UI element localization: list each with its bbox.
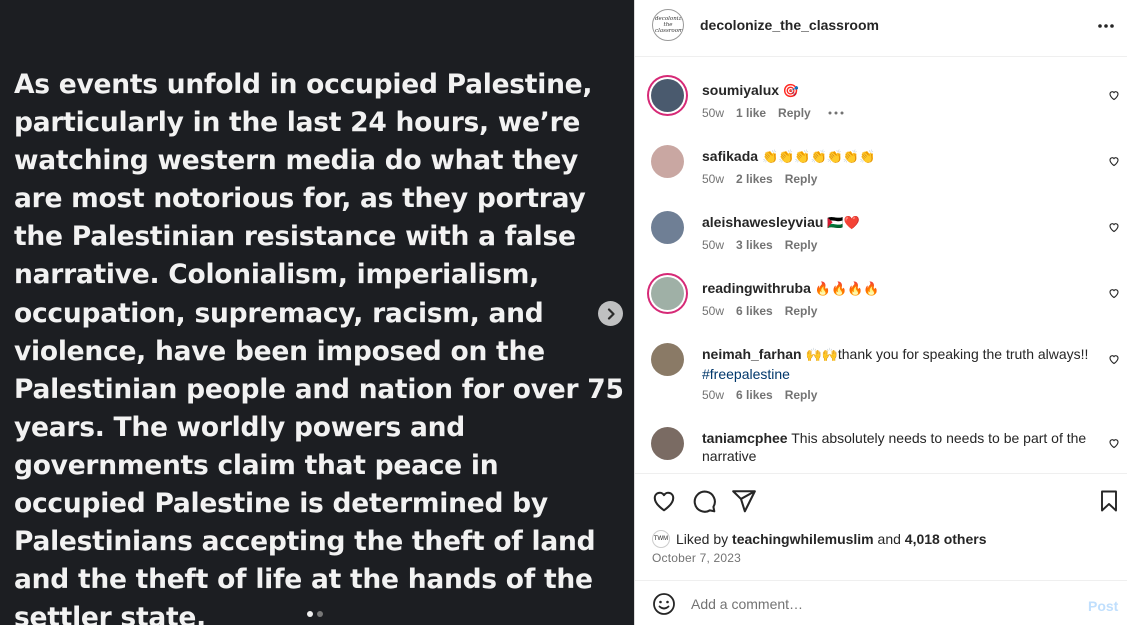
liked-and-label: and bbox=[877, 531, 901, 547]
heart-icon bbox=[1109, 355, 1119, 365]
like-button[interactable] bbox=[651, 488, 677, 519]
comment-like-button[interactable] bbox=[1108, 286, 1120, 304]
comment-emoji: 🔥🔥🔥🔥 bbox=[814, 282, 880, 297]
reply-button[interactable]: Reply bbox=[785, 304, 818, 318]
liked-by-label: Liked by bbox=[676, 531, 729, 547]
author-avatar[interactable]: decolonize the classroom bbox=[652, 9, 684, 41]
next-slide-button[interactable] bbox=[598, 301, 623, 326]
comment-text: aleishawesleyviau 🇵🇸❤️ bbox=[702, 213, 1092, 233]
heart-icon bbox=[1109, 289, 1119, 299]
commenter-username[interactable]: aleishawesleyviau bbox=[702, 214, 823, 230]
comment-likes[interactable]: 1 like bbox=[736, 106, 766, 120]
comment-likes[interactable]: 6 likes bbox=[736, 304, 773, 318]
commenter-username[interactable]: taniamcphee bbox=[702, 430, 788, 446]
smiley-icon bbox=[653, 593, 675, 615]
post-actions: TWM Liked by teachingwhilemuslim and 4,0… bbox=[635, 473, 1127, 580]
likes-summary: TWM Liked by teachingwhilemuslim and 4,0… bbox=[652, 530, 987, 548]
comment-meta: 50w 3 likes Reply bbox=[702, 238, 817, 252]
comment-time[interactable]: 50w bbox=[702, 304, 724, 318]
more-horizontal-icon bbox=[1098, 24, 1114, 28]
commenter-avatar[interactable] bbox=[651, 79, 684, 112]
comment-button[interactable] bbox=[691, 488, 717, 519]
comments-list[interactable]: soumiyalux 🎯 50w 1 like Reply safikada 👏… bbox=[635, 57, 1127, 473]
author-avatar-logo-text: decolonize the classroom bbox=[655, 16, 684, 34]
comment-composer: Post bbox=[635, 580, 1127, 625]
reply-button[interactable]: Reply bbox=[785, 388, 818, 402]
heart-icon bbox=[1109, 439, 1119, 449]
likes-others-count[interactable]: 4,018 others bbox=[905, 531, 987, 547]
comment-like-button[interactable] bbox=[1108, 88, 1120, 106]
comment-like-button[interactable] bbox=[1108, 352, 1120, 370]
share-button[interactable] bbox=[731, 488, 757, 519]
comment-icon bbox=[693, 490, 716, 513]
comment-text: safikada 👏👏👏👏👏👏👏 bbox=[702, 147, 1092, 167]
emoji-picker-button[interactable] bbox=[652, 592, 676, 621]
post-comment-button[interactable]: Post bbox=[1088, 598, 1118, 614]
reply-button[interactable]: Reply bbox=[785, 238, 818, 252]
post-header: decolonize the classroom decolonize_the_… bbox=[635, 0, 1127, 57]
heart-icon bbox=[653, 491, 675, 512]
post-date[interactable]: October 7, 2023 bbox=[652, 551, 741, 565]
comment-meta: 50w 6 likes Reply bbox=[702, 304, 817, 318]
comment-emoji: 🙌🙌 bbox=[805, 348, 838, 363]
reply-button[interactable]: Reply bbox=[785, 172, 818, 186]
author-username[interactable]: decolonize_the_classroom bbox=[700, 17, 879, 33]
post-media: As events unfold in occupied Palestine, … bbox=[0, 0, 634, 625]
chevron-right-icon bbox=[607, 307, 615, 320]
comment-body: thank you for speaking the truth always!… bbox=[837, 346, 1089, 362]
comment-meta: 50w 2 likes Reply bbox=[702, 172, 817, 186]
comment-likes[interactable]: 6 likes bbox=[736, 388, 773, 402]
commenter-avatar[interactable] bbox=[651, 145, 684, 178]
carousel-dot bbox=[317, 611, 323, 617]
comment-input[interactable] bbox=[691, 593, 1071, 615]
comment-emoji: 👏👏👏👏👏👏👏 bbox=[761, 150, 876, 165]
carousel-dot bbox=[307, 611, 313, 617]
comment-emoji: 🎯 bbox=[782, 84, 800, 99]
commenter-avatar[interactable] bbox=[651, 211, 684, 244]
comment-text: soumiyalux 🎯 bbox=[702, 81, 1092, 101]
comment-time[interactable]: 50w bbox=[702, 388, 724, 402]
commenter-avatar[interactable] bbox=[651, 427, 684, 460]
comment-time[interactable]: 50w bbox=[702, 106, 724, 120]
carousel-indicator bbox=[307, 611, 323, 617]
commenter-username[interactable]: neimah_farhan bbox=[702, 346, 802, 362]
comment-meta: 50w 6 likes Reply bbox=[702, 388, 817, 402]
send-icon bbox=[732, 490, 756, 513]
bookmark-icon bbox=[1101, 490, 1117, 512]
comment-time[interactable]: 50w bbox=[702, 238, 724, 252]
more-horizontal-icon[interactable] bbox=[827, 108, 845, 118]
comment-text: neimah_farhan 🙌🙌thank you for speaking t… bbox=[702, 345, 1092, 383]
commenter-avatar[interactable] bbox=[651, 343, 684, 376]
comment-meta: 50w 1 like Reply bbox=[702, 106, 845, 120]
commenter-avatar[interactable] bbox=[651, 277, 684, 310]
save-button[interactable] bbox=[1097, 488, 1121, 519]
more-options-button[interactable] bbox=[1097, 17, 1115, 40]
commenter-username[interactable]: soumiyalux bbox=[702, 82, 779, 98]
comment-like-button[interactable] bbox=[1108, 154, 1120, 172]
comment-like-button[interactable] bbox=[1108, 220, 1120, 238]
heart-icon bbox=[1109, 91, 1119, 101]
comment-emoji: 🇵🇸❤️ bbox=[827, 216, 860, 231]
comment-like-button[interactable] bbox=[1108, 436, 1120, 454]
comment-text: readingwithruba 🔥🔥🔥🔥 bbox=[702, 279, 1092, 299]
heart-icon bbox=[1109, 223, 1119, 233]
post-image-text: As events unfold in occupied Palestine, … bbox=[14, 69, 624, 625]
comment-text: taniamcphee This absolutely needs to nee… bbox=[702, 429, 1092, 465]
liker-username[interactable]: teachingwhilemuslim bbox=[732, 531, 874, 547]
comment-likes[interactable]: 2 likes bbox=[736, 172, 773, 186]
commenter-username[interactable]: safikada bbox=[702, 148, 758, 164]
comment-likes[interactable]: 3 likes bbox=[736, 238, 773, 252]
liker-avatar[interactable]: TWM bbox=[652, 530, 670, 548]
comment-time[interactable]: 50w bbox=[702, 172, 724, 186]
reply-button[interactable]: Reply bbox=[778, 106, 811, 120]
heart-icon bbox=[1109, 157, 1119, 167]
post-side-panel: decolonize the classroom decolonize_the_… bbox=[634, 0, 1127, 625]
comment-hashtag-link[interactable]: #freepalestine bbox=[702, 366, 790, 382]
commenter-username[interactable]: readingwithruba bbox=[702, 280, 811, 296]
